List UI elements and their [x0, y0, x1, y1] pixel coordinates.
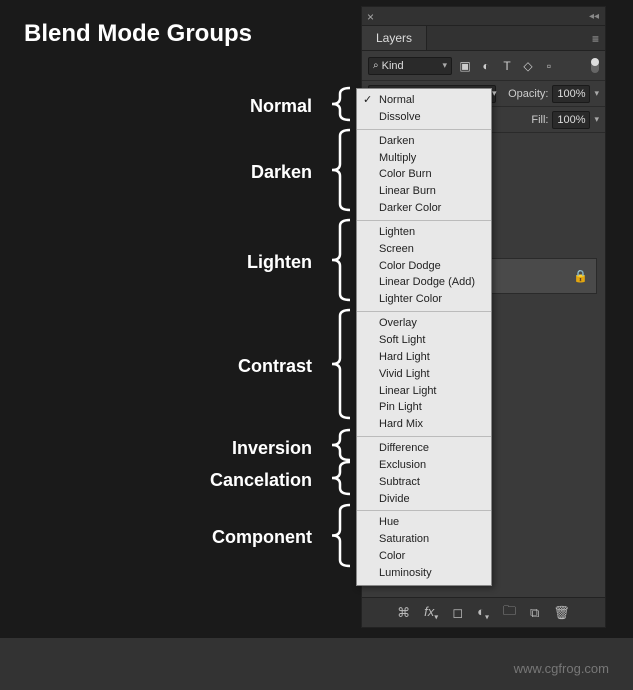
- blend-mode-dropdown[interactable]: NormalDissolveDarkenMultiplyColor BurnLi…: [356, 88, 492, 586]
- filter-row: ⌕Kind ▣ ◐ T ◇ ▫: [362, 51, 605, 81]
- fill-label: Fill:: [531, 114, 548, 126]
- filter-shape-icon[interactable]: ◇: [520, 58, 536, 74]
- blend-option-color[interactable]: Color: [357, 548, 491, 565]
- opacity-input[interactable]: 100%: [552, 85, 590, 103]
- opacity-dropdown-icon[interactable]: ▾: [594, 88, 599, 99]
- blend-option-divide[interactable]: Divide: [357, 491, 491, 508]
- group-label-lighten: Lighten: [247, 252, 312, 273]
- blend-option-exclusion[interactable]: Exclusion: [357, 457, 491, 474]
- filter-adjust-icon[interactable]: ◐: [478, 58, 494, 74]
- fx-icon[interactable]: fx▾: [424, 604, 438, 622]
- blend-option-lighter-color[interactable]: Lighter Color: [357, 291, 491, 308]
- blend-option-linear-light[interactable]: Linear Light: [357, 383, 491, 400]
- blend-option-screen[interactable]: Screen: [357, 241, 491, 258]
- group-label-inversion: Inversion: [232, 438, 312, 459]
- blend-option-difference[interactable]: Difference: [357, 440, 491, 457]
- blend-option-linear-dodge-add-[interactable]: Linear Dodge (Add): [357, 274, 491, 291]
- new-layer-icon[interactable]: ⧉: [530, 605, 539, 621]
- blend-option-darken[interactable]: Darken: [357, 133, 491, 150]
- filter-type-icon[interactable]: T: [499, 58, 515, 74]
- blend-option-color-burn[interactable]: Color Burn: [357, 166, 491, 183]
- blend-option-dissolve[interactable]: Dissolve: [357, 109, 491, 126]
- blend-option-linear-burn[interactable]: Linear Burn: [357, 183, 491, 200]
- opacity-label: Opacity:: [508, 88, 548, 100]
- tab-layers[interactable]: Layers: [362, 26, 427, 50]
- blend-option-hard-mix[interactable]: Hard Mix: [357, 416, 491, 433]
- blend-option-darker-color[interactable]: Darker Color: [357, 200, 491, 217]
- watermark: www.cgfrog.com: [514, 661, 609, 676]
- tab-row: Layers ≡: [362, 26, 605, 51]
- adjustment-icon[interactable]: ◐▾: [477, 604, 489, 622]
- blend-option-normal[interactable]: Normal: [357, 92, 491, 109]
- group-label-cancelation: Cancelation: [210, 470, 312, 491]
- close-icon[interactable]: ×: [367, 10, 374, 24]
- filter-pixel-icon[interactable]: ▣: [457, 58, 473, 74]
- blend-option-hue[interactable]: Hue: [357, 514, 491, 531]
- group-label-contrast: Contrast: [238, 356, 312, 377]
- delete-icon[interactable]: 🗑: [553, 605, 570, 621]
- filter-toggle[interactable]: [591, 59, 599, 73]
- mask-icon[interactable]: ◻: [452, 605, 463, 621]
- blend-option-subtract[interactable]: Subtract: [357, 474, 491, 491]
- blend-option-pin-light[interactable]: Pin Light: [357, 399, 491, 416]
- blend-option-saturation[interactable]: Saturation: [357, 531, 491, 548]
- blend-option-lighten[interactable]: Lighten: [357, 224, 491, 241]
- page-title: Blend Mode Groups: [24, 20, 252, 48]
- filter-smart-icon[interactable]: ▫: [541, 58, 557, 74]
- blend-option-vivid-light[interactable]: Vivid Light: [357, 366, 491, 383]
- blend-option-luminosity[interactable]: Luminosity: [357, 565, 491, 582]
- collapse-icon[interactable]: ◂◂: [589, 11, 599, 22]
- panel-menu-icon[interactable]: ≡: [592, 32, 599, 46]
- layer-lock-icon: 🔒: [573, 269, 588, 283]
- blend-option-hard-light[interactable]: Hard Light: [357, 349, 491, 366]
- panel-footer: ⌘ fx▾ ◻ ◐▾ 🗀 ⧉ 🗑: [362, 597, 605, 627]
- blend-option-overlay[interactable]: Overlay: [357, 315, 491, 332]
- fill-input[interactable]: 100%: [552, 111, 590, 129]
- fill-dropdown-icon[interactable]: ▾: [594, 114, 599, 125]
- blend-option-multiply[interactable]: Multiply: [357, 150, 491, 167]
- blend-option-soft-light[interactable]: Soft Light: [357, 332, 491, 349]
- group-label-component: Component: [212, 527, 312, 548]
- blend-option-color-dodge[interactable]: Color Dodge: [357, 258, 491, 275]
- group-icon[interactable]: 🗀: [503, 602, 516, 624]
- group-label-normal: Normal: [250, 96, 312, 117]
- group-label-darken: Darken: [251, 162, 312, 183]
- filter-kind-select[interactable]: ⌕Kind: [368, 57, 452, 75]
- panel-header: × ◂◂: [362, 7, 605, 26]
- link-icon[interactable]: ⌘: [397, 605, 410, 621]
